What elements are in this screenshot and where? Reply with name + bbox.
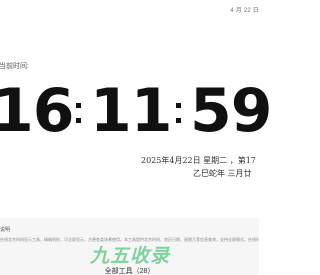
clock-minutes: 11 [90,76,172,146]
clock-seconds: 59 [190,76,272,146]
footer-title: 说明 [0,227,11,233]
all-tools-link[interactable]: 全部工具（28） [0,266,259,275]
clock-hours: 16 [0,76,74,146]
lunar-date: 乙巳蛇年 三月廿 [193,169,252,178]
current-time-label: 当前时间: [0,63,29,70]
digital-clock: 16 11 59 [0,80,272,142]
header-date: 4 月 22 日 [230,8,259,14]
gregorian-date: 2025年4月22日 星期二 ，第17 [141,156,256,165]
clock-separator [176,103,182,123]
brand-logo-text: 九五收录 [89,244,170,267]
clock-separator [76,103,82,123]
brand-logo[interactable]: 九五收录 [82,241,178,267]
page: 4 月 22 日 当前时间: 16 11 59 2025年4月22日 星期二 ，… [0,0,272,275]
